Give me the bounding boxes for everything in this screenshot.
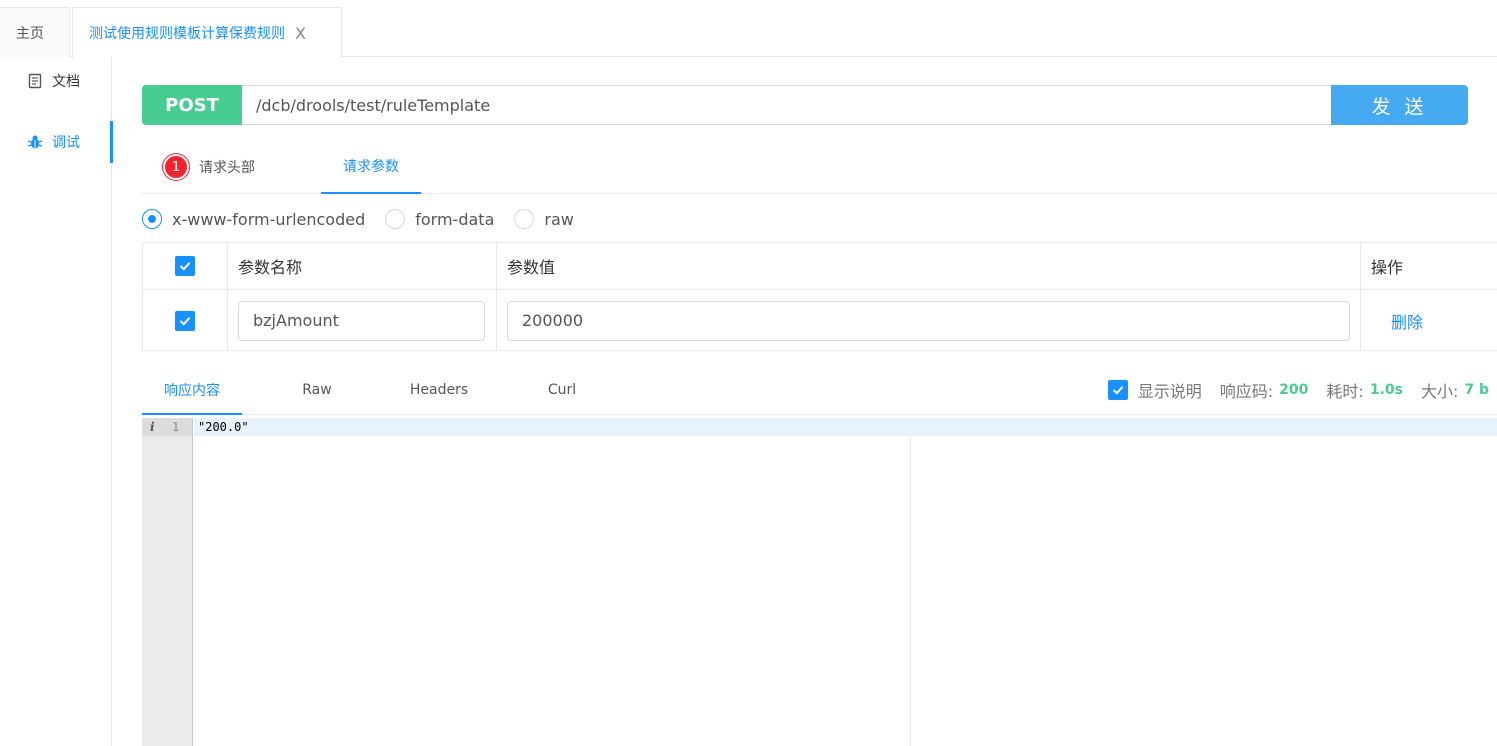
tab-response-raw[interactable]: Raw [282,366,352,414]
bug-icon [26,133,44,151]
tab-request-headers[interactable]: 1 请求头部 [163,140,255,194]
select-all-checkbox[interactable] [175,256,195,276]
url-input[interactable]: /dcb/drools/test/ruleTemplate [242,85,1331,125]
request-url-bar: POST /dcb/drools/test/ruleTemplate 发 送 [142,85,1468,125]
radio-urlencoded-label: x-www-form-urlencoded [172,209,366,229]
sidebar-item-debug[interactable]: 调试 [0,121,113,163]
status-code-label: 响应码: [1219,382,1274,401]
time-label: 耗时: [1326,382,1364,401]
row-value-cell: 200000 [497,290,1361,351]
header-check-cell [143,243,228,289]
side-nav: 文档 调试 [0,57,113,746]
check-icon [179,316,191,326]
radio-unchecked-icon [385,209,406,229]
show-desc-label: 显示说明 [1137,382,1202,401]
show-desc-checkbox[interactable] [1107,380,1128,400]
radio-form-data-label: form-data [415,209,495,229]
response-info: 显示说明 响应码: 200 耗时: 1.0s 大小: 7 b [1107,366,1489,414]
response-body-line: "200.0" [194,418,1497,436]
status-code-value: 200 [1279,382,1309,398]
row-checkbox[interactable] [175,310,195,331]
info-icon: i [150,420,155,434]
request-tabs: 1 请求头部 请求参数 [142,140,1497,194]
sidebar-item-debug-label: 调试 [52,135,80,151]
radio-raw[interactable]: raw [514,209,574,229]
response-editor[interactable]: i 1 "200.0" [142,418,1497,746]
gutter-line: i 1 [142,418,192,436]
size-label: 大小: [1420,382,1459,401]
table-header-row: 参数名称 参数值 操作 [143,243,1497,290]
method-badge: POST [142,85,242,125]
document-icon [26,72,44,90]
radio-unchecked-icon [514,209,535,229]
column-header-name: 参数名称 [228,243,497,289]
row-name-cell: bzjAmount [228,290,497,351]
tab-request-params[interactable]: 请求参数 [321,140,421,194]
tab-home[interactable]: 主页 [0,7,70,57]
row-op-cell: 删除 [1361,290,1497,351]
radio-raw-label: raw [544,209,574,229]
radio-form-data[interactable]: form-data [385,209,494,229]
tab-bar: 主页 测试使用规则模板计算保费规则 X [0,0,1497,58]
tab-request-headers-label: 请求头部 [199,160,255,176]
tab-request-params-label: 请求参数 [343,159,399,175]
tab-response-headers[interactable]: Headers [404,366,474,414]
tab-response-curl[interactable]: Curl [527,366,597,414]
response-tabs: 响应内容 Raw Headers Curl 显示说明 响应码: 200 耗时: … [142,366,1497,415]
size-value: 7 b [1464,382,1489,398]
tab-rule-template-label: 测试使用规则模板计算保费规则 [89,26,285,42]
editor-content[interactable]: "200.0" [194,418,1497,746]
table-row: bzjAmount 200000 删除 [143,290,1497,351]
column-header-value: 参数值 [497,243,1361,289]
print-margin [910,436,911,746]
tab-response-content[interactable]: 响应内容 [142,366,242,415]
count-badge: 1 [163,154,189,180]
sidebar-item-doc[interactable]: 文档 [0,60,112,102]
radio-checked-icon [142,209,162,229]
param-value-input[interactable]: 200000 [507,300,1350,341]
row-check-cell [143,290,228,351]
check-icon [1112,386,1123,395]
tab-rule-template[interactable]: 测试使用规则模板计算保费规则 X [72,7,342,58]
time-value: 1.0s [1369,382,1403,398]
tab-home-label: 主页 [16,25,44,42]
send-button[interactable]: 发 送 [1331,85,1468,125]
delete-link[interactable]: 删除 [1391,309,1423,333]
param-name-input[interactable]: bzjAmount [238,300,485,341]
check-icon [179,262,191,271]
sidebar-item-doc-label: 文档 [52,74,80,90]
radio-urlencoded[interactable]: x-www-form-urlencoded [142,209,365,229]
editor-gutter: i 1 [142,418,193,746]
close-icon[interactable]: X [295,24,306,43]
line-number: 1 [172,420,180,434]
params-table: 参数名称 参数值 操作 bzjAmount 200000 删除 [142,242,1497,351]
body-type-radio-group: x-www-form-urlencoded form-data raw [142,205,594,233]
column-header-op: 操作 [1371,258,1404,277]
